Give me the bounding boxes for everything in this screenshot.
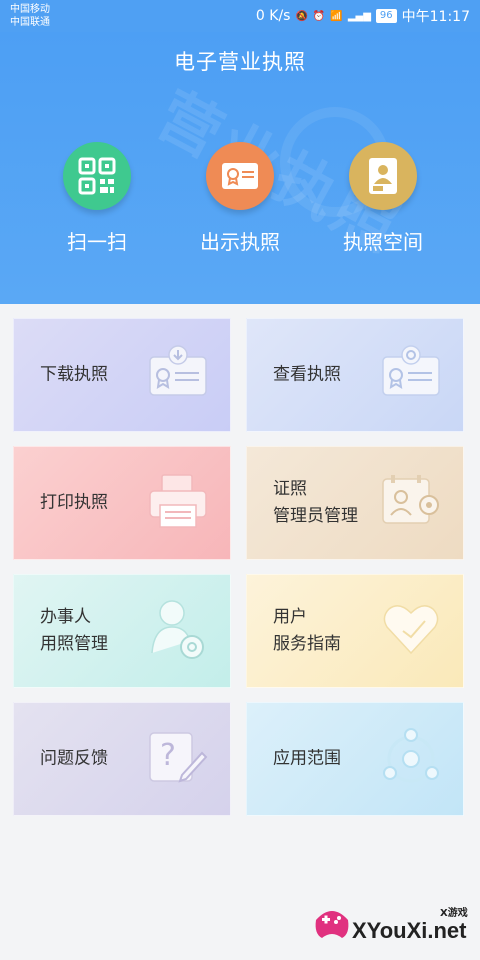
tile-label-line1: 打印执照 [40,492,108,513]
show-license-button[interactable]: 出示执照 [170,142,310,255]
print-license-tile[interactable]: 打印执照 [13,446,231,560]
signal-icon: ▂▄▆ [347,10,371,22]
battery-icon: 96 [375,9,397,23]
tile-label: 查看执照 [273,362,341,389]
heart-icon [381,601,441,661]
gamepad-logo-icon [315,911,349,938]
tile-label-line1: 问题反馈 [40,748,108,769]
page-title: 电子营业执照 [174,50,306,74]
download-license-tile[interactable]: 下载执照 [13,318,231,432]
wifi-icon: 📶 [330,10,343,22]
status-bar: 中国移动 中国联通 0 K/s 🔕 ⏰ 📶 ▂▄▆ 96 中午11:17 [0,0,480,32]
site-watermark: X游戏 XYouXi.net [312,900,472,952]
download-license-icon [148,345,208,405]
tile-label-line2: 管理员管理 [273,506,358,526]
tile-label-line1: 用户 [273,607,307,627]
carrier-info: 中国移动 中国联通 [10,3,50,29]
agent-manage-tile[interactable]: 办事人 用照管理 [13,574,231,688]
service-guide-tile[interactable]: 用户 服务指南 [246,574,464,688]
license-space-label: 执照空间 [343,230,423,254]
tile-label: 用户 服务指南 [273,604,341,658]
license-space-button[interactable]: 执照空间 [313,142,453,255]
license-card-icon [206,142,274,210]
show-license-label: 出示执照 [200,230,280,254]
scan-label: 扫一扫 [67,230,127,254]
tile-label-line1: 查看执照 [273,364,341,385]
alarm-icon: ⏰ [312,10,326,22]
header: 营业执照 电子营业执照 扫一扫 出示执照 执照空间 [0,32,480,304]
view-license-icon [381,345,441,405]
qr-code-icon [63,142,131,210]
admin-manage-tile[interactable]: 证照 管理员管理 [246,446,464,560]
watermark-brand-text: XYouXi.net [352,918,467,943]
svg-text:?: ? [160,738,176,773]
tile-label: 打印执照 [40,490,108,517]
printer-icon [148,473,208,533]
tile-label: 证照 管理员管理 [273,476,358,530]
scope-icon [381,727,441,791]
feedback-icon: ? [148,729,208,789]
tile-label: 问题反馈 [40,746,108,773]
tile-label: 应用范围 [273,746,341,773]
tile-label-line2: 用照管理 [40,634,108,654]
tile-label-line1: 证照 [273,479,307,499]
watermark-small-text: X游戏 [440,908,468,919]
admin-manage-icon [381,473,441,533]
scope-tile[interactable]: 应用范围 [246,702,464,816]
tile-label-line1: 应用范围 [273,748,341,769]
tile-label: 办事人 用照管理 [40,604,108,658]
status-right: 0 K/s 🔕 ⏰ 📶 ▂▄▆ 96 中午11:17 [256,6,470,26]
mute-icon: 🔕 [295,10,308,22]
tile-label-line1: 下载执照 [40,364,108,385]
carrier-1: 中国移动 [10,4,50,15]
tile-label-line2: 服务指南 [273,634,341,654]
scan-button[interactable]: 扫一扫 [27,142,167,255]
feedback-tile[interactable]: 问题反馈 ? [13,702,231,816]
tile-label-line1: 办事人 [40,607,91,627]
network-speed: 0 K/s [255,8,291,24]
carrier-2: 中国联通 [10,17,50,28]
license-space-icon [349,142,417,210]
tile-label: 下载执照 [40,362,108,389]
view-license-tile[interactable]: 查看执照 [246,318,464,432]
clock: 中午11:17 [401,9,470,25]
agent-manage-icon [148,597,208,665]
